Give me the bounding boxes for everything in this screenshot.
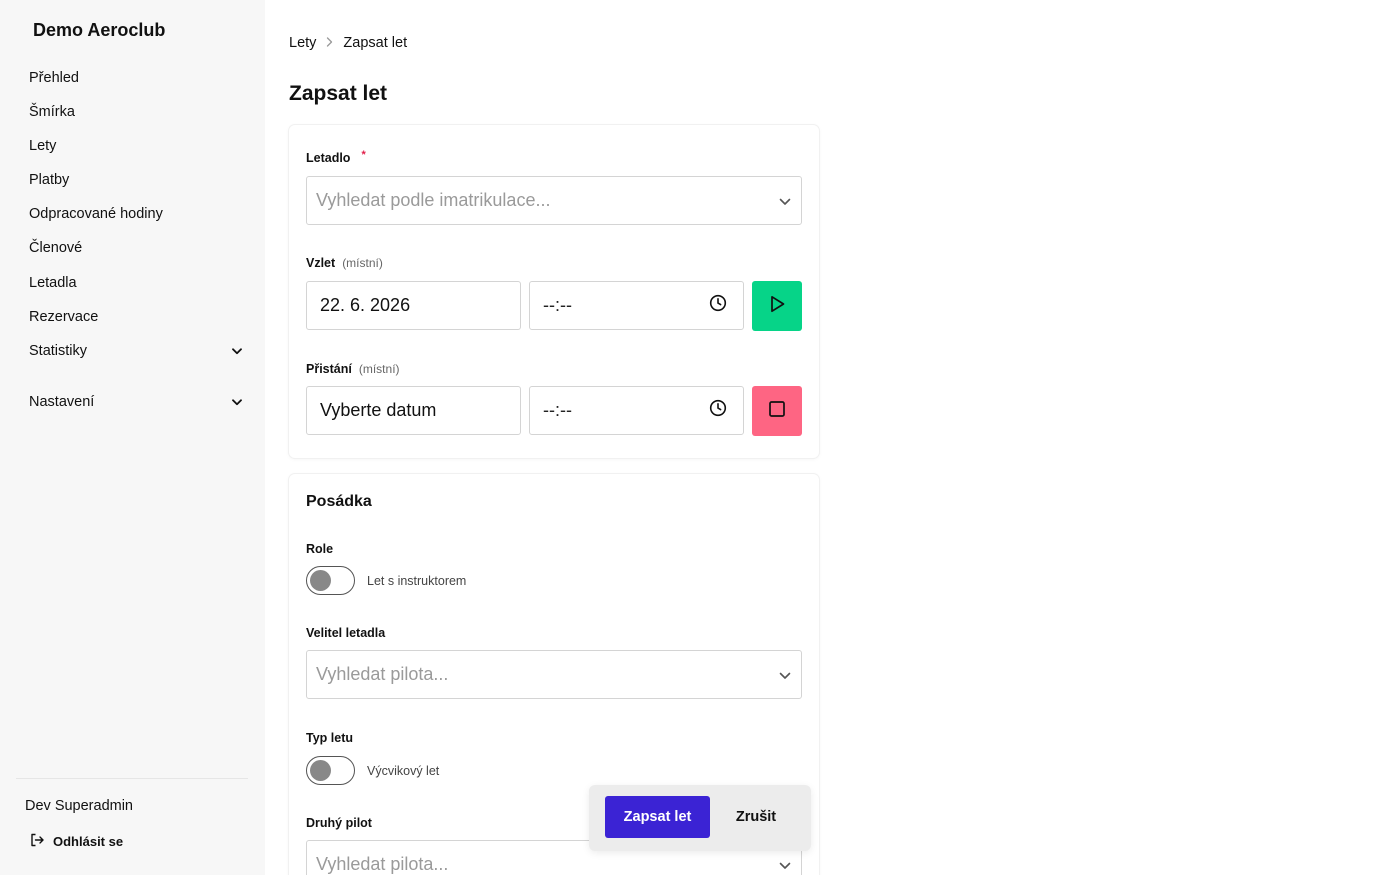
takeoff-label-text: Vzlet (306, 256, 336, 270)
commander-select[interactable]: Vyhledat pilota... (306, 650, 802, 699)
aircraft-label-text: Letadlo (306, 151, 351, 165)
user-name: Dev Superadmin (25, 798, 133, 814)
sidebar: Demo Aeroclub Přehled Šmírka Lety Platby… (0, 0, 265, 875)
second-pilot-select-placeholder: Vyhledat pilota... (316, 854, 449, 874)
action-bar: Zapsat let Zrušit (589, 785, 811, 851)
sidebar-item-statistiky[interactable]: Statistiky (29, 334, 243, 368)
aircraft-select[interactable]: Vyhledat podle imatrikulace... (306, 176, 802, 225)
sidebar-item-clenove[interactable]: Členové (29, 231, 243, 265)
logout-icon (29, 832, 45, 851)
sidebar-item-label: Odpracované hodiny (29, 206, 163, 222)
sidebar-item-lety[interactable]: Lety (29, 129, 243, 163)
sidebar-item-label: Letadla (29, 275, 77, 291)
required-mark: * (361, 149, 366, 161)
crew-title: Posádka (306, 493, 372, 510)
breadcrumb-item-current: Zapsat let (343, 35, 408, 51)
landing-label-text: Přistání (306, 362, 352, 376)
commander-label-text: Velitel letadla (306, 626, 386, 640)
landing-now-button[interactable] (752, 386, 802, 436)
sidebar-item-odpracovane-hodiny[interactable]: Odpracované hodiny (29, 197, 243, 231)
app-title: Demo Aeroclub (33, 20, 166, 40)
logout-button[interactable]: Odhlásit se (29, 832, 123, 851)
takeoff-time-input[interactable]: --:-- (529, 281, 744, 330)
sidebar-item-label: Přehled (29, 70, 79, 86)
sidebar-item-label: Statistiky (29, 343, 88, 359)
takeoff-time-value: --:-- (543, 295, 572, 315)
aircraft-select-placeholder: Vyhledat podle imatrikulace... (316, 190, 551, 210)
training-toggle-label: Výcvikový let (367, 763, 440, 778)
chevron-down-icon (231, 396, 243, 408)
landing-label: Přistání (místní) (306, 362, 400, 376)
landing-hint: (místní) (358, 362, 400, 376)
sidebar-item-label: Nastavení (29, 394, 95, 410)
clock-icon (709, 399, 727, 422)
commander-label: Velitel letadla (306, 626, 385, 640)
flight-card: Letadlo * Vyhledat podle imatrikulace... … (289, 125, 819, 458)
sidebar-item-label: Šmírka (29, 104, 75, 120)
second-pilot-label-text: Druhý pilot (306, 816, 372, 830)
sidebar-item-label: Lety (29, 138, 57, 154)
sidebar-item-label: Rezervace (29, 309, 99, 325)
submit-flight-button[interactable]: Zapsat let (605, 796, 710, 838)
chevron-down-icon (779, 190, 791, 211)
landing-date-input[interactable]: Vyberte datum (306, 386, 521, 435)
flight-type-label: Typ letu (306, 731, 353, 745)
takeoff-date-value: 22. 6. 2026 (320, 295, 411, 315)
commander-select-placeholder: Vyhledat pilota... (316, 664, 449, 684)
landing-time-input[interactable]: --:-- (529, 386, 744, 435)
sidebar-item-letadla[interactable]: Letadla (29, 266, 243, 300)
stop-icon (768, 400, 786, 423)
landing-date-value: Vyberte datum (320, 400, 437, 420)
second-pilot-label: Druhý pilot (306, 816, 372, 830)
sidebar-item-prehled[interactable]: Přehled (29, 61, 243, 95)
play-icon (767, 294, 787, 319)
instructor-toggle-label: Let s instruktorem (367, 573, 467, 588)
clock-icon (709, 294, 727, 317)
takeoff-hint: (místní) (342, 256, 383, 270)
sidebar-divider (16, 778, 248, 779)
role-label: Role (306, 542, 333, 556)
sidebar-item-platby[interactable]: Platby (29, 163, 243, 197)
takeoff-now-button[interactable] (752, 281, 802, 331)
aircraft-label: Letadlo * (306, 149, 366, 165)
training-toggle-row: Výcvikový let (306, 756, 439, 785)
role-label-text: Role (306, 542, 334, 556)
instructor-toggle[interactable] (306, 566, 355, 595)
takeoff-label: Vzlet (místní) (306, 256, 383, 270)
logout-label: Odhlásit se (53, 834, 124, 849)
landing-time-value: --:-- (543, 400, 572, 420)
chevron-down-icon (779, 854, 791, 875)
page-title: Zapsat let (289, 82, 388, 105)
chevron-down-icon (231, 345, 243, 357)
chevron-right-icon (326, 36, 333, 50)
cancel-button[interactable]: Zrušit (720, 796, 792, 838)
sidebar-item-rezervace[interactable]: Rezervace (29, 300, 243, 334)
chevron-down-icon (779, 664, 791, 685)
sidebar-item-label: Členové (29, 240, 83, 256)
breadcrumb-item-lety[interactable]: Lety (289, 35, 316, 51)
breadcrumb: Lety Zapsat let (289, 35, 407, 51)
toggle-knob (310, 570, 331, 591)
sidebar-item-nastaveni[interactable]: Nastavení (29, 385, 243, 419)
takeoff-date-input[interactable]: 22. 6. 2026 (306, 281, 521, 330)
flight-type-label-text: Typ letu (306, 731, 353, 745)
toggle-knob (310, 760, 331, 781)
instructor-toggle-row: Let s instruktorem (306, 566, 466, 595)
training-toggle[interactable] (306, 756, 355, 785)
sidebar-item-smirka[interactable]: Šmírka (29, 95, 243, 129)
sidebar-item-label: Platby (29, 172, 70, 188)
